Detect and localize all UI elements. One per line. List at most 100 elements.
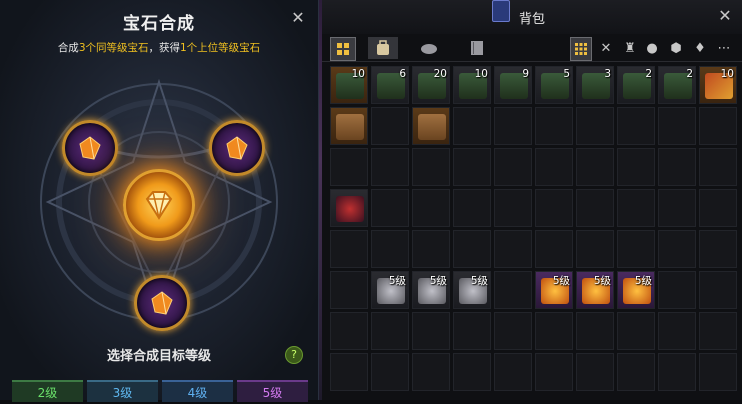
inventory-slot[interactable] [371, 353, 409, 391]
inventory-slot[interactable] [658, 189, 696, 227]
inventory-slot[interactable] [535, 230, 573, 268]
inventory-slot[interactable] [576, 189, 614, 227]
inventory-slot[interactable]: 9 [494, 66, 532, 104]
filter-gem[interactable]: ⬢ [666, 37, 686, 59]
inventory-slot[interactable] [330, 230, 368, 268]
inventory-slot[interactable] [617, 189, 655, 227]
inventory-slot[interactable] [658, 353, 696, 391]
inventory-slot[interactable] [699, 148, 737, 186]
inventory-slot[interactable] [330, 312, 368, 350]
inventory-slot[interactable] [412, 353, 450, 391]
inventory-slot[interactable] [494, 271, 532, 309]
inventory-slot[interactable]: 10 [330, 66, 368, 104]
inventory-slot[interactable] [699, 353, 737, 391]
inventory-slot[interactable] [371, 230, 409, 268]
inventory-slot[interactable] [535, 107, 573, 145]
inventory-slot[interactable]: 5级 [412, 271, 450, 309]
inventory-slot[interactable] [330, 107, 368, 145]
inventory-slot[interactable] [453, 189, 491, 227]
inventory-slot[interactable] [494, 189, 532, 227]
inventory-slot[interactable] [617, 148, 655, 186]
inventory-slot[interactable]: 5级 [453, 271, 491, 309]
inventory-slot[interactable] [453, 353, 491, 391]
inventory-slot[interactable] [699, 107, 737, 145]
inventory-slot[interactable]: 10 [453, 66, 491, 104]
filter-weapon[interactable]: ✕ [596, 37, 616, 59]
inventory-slot[interactable]: 5级 [617, 271, 655, 309]
tab-book[interactable] [462, 37, 492, 59]
inventory-slot[interactable] [371, 189, 409, 227]
inventory-slot[interactable] [330, 353, 368, 391]
inventory-slot[interactable] [658, 312, 696, 350]
inventory-slot[interactable] [699, 189, 737, 227]
inventory-slot[interactable] [330, 189, 368, 227]
inventory-slot[interactable] [535, 148, 573, 186]
inventory-slot[interactable] [535, 312, 573, 350]
result-gem-slot[interactable] [123, 169, 195, 241]
inventory-slot[interactable] [494, 148, 532, 186]
help-icon[interactable]: ? [285, 346, 303, 364]
filter-cards[interactable]: ♦ [690, 37, 710, 59]
inventory-slot[interactable] [658, 148, 696, 186]
inventory-slot[interactable] [453, 230, 491, 268]
inventory-slot[interactable] [453, 148, 491, 186]
inventory-slot[interactable] [494, 312, 532, 350]
level-2-button[interactable]: 2级 [12, 380, 83, 402]
close-icon[interactable]: ✕ [288, 8, 308, 28]
inventory-slot[interactable] [330, 271, 368, 309]
inventory-slot[interactable] [371, 148, 409, 186]
filter-armor[interactable]: ♜ [620, 37, 640, 59]
inventory-slot[interactable]: 5 [535, 66, 573, 104]
inventory-slot[interactable]: 5级 [576, 271, 614, 309]
inventory-slot[interactable] [535, 189, 573, 227]
inventory-slot[interactable] [412, 189, 450, 227]
inventory-slot[interactable] [494, 230, 532, 268]
inventory-slot[interactable] [576, 107, 614, 145]
material-slot-right[interactable] [209, 120, 265, 176]
inventory-slot[interactable] [658, 230, 696, 268]
inventory-slot[interactable] [494, 353, 532, 391]
level-3-button[interactable]: 3级 [87, 380, 158, 402]
material-slot-bottom[interactable] [134, 275, 190, 331]
inventory-slot[interactable] [535, 353, 573, 391]
inventory-slot[interactable] [617, 312, 655, 350]
inventory-slot[interactable]: 10 [699, 66, 737, 104]
tab-bag[interactable] [368, 37, 398, 59]
filter-misc[interactable]: ⋯ [714, 37, 734, 59]
tab-equipment[interactable] [414, 37, 444, 59]
inventory-slot[interactable] [576, 230, 614, 268]
inventory-slot[interactable] [658, 107, 696, 145]
inventory-slot[interactable] [699, 312, 737, 350]
inventory-slot[interactable]: 2 [658, 66, 696, 104]
inventory-slot[interactable] [412, 148, 450, 186]
inventory-slot[interactable] [412, 312, 450, 350]
inventory-slot[interactable] [330, 148, 368, 186]
inventory-slot[interactable] [699, 230, 737, 268]
inventory-slot[interactable] [412, 107, 450, 145]
inventory-slot[interactable] [658, 271, 696, 309]
inventory-slot[interactable]: 2 [617, 66, 655, 104]
inventory-slot[interactable]: 3 [576, 66, 614, 104]
inventory-slot[interactable] [371, 312, 409, 350]
level-4-button[interactable]: 4级 [162, 380, 233, 402]
tab-all[interactable] [330, 37, 356, 61]
inventory-slot[interactable]: 20 [412, 66, 450, 104]
inventory-slot[interactable] [494, 107, 532, 145]
inventory-slot[interactable] [617, 107, 655, 145]
material-slot-left[interactable] [62, 120, 118, 176]
inventory-slot[interactable] [412, 230, 450, 268]
inventory-slot[interactable] [576, 148, 614, 186]
inventory-slot[interactable] [576, 353, 614, 391]
filter-potion[interactable]: ● [642, 37, 662, 59]
inventory-slot[interactable] [371, 107, 409, 145]
level-5-button[interactable]: 5级 [237, 380, 308, 402]
inventory-slot[interactable] [617, 230, 655, 268]
inventory-slot[interactable] [453, 312, 491, 350]
close-icon[interactable]: ✕ [715, 6, 735, 26]
inventory-slot[interactable] [617, 353, 655, 391]
inventory-slot[interactable] [699, 271, 737, 309]
inventory-slot[interactable]: 5级 [535, 271, 573, 309]
filter-all[interactable] [570, 37, 592, 61]
inventory-slot[interactable] [576, 312, 614, 350]
inventory-slot[interactable]: 5级 [371, 271, 409, 309]
